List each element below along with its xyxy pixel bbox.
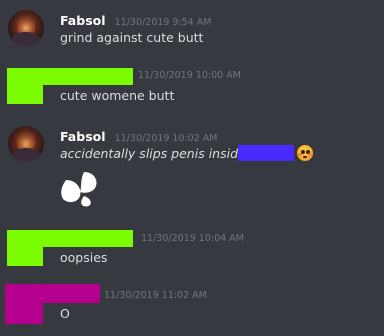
redacted-username-block xyxy=(7,230,133,247)
message-4: 11/30/2019 10:04 AM oopsies xyxy=(0,228,384,272)
message-2: 11/30/2019 10:00 AM cute womene butt xyxy=(0,66,384,110)
timestamp: 11/30/2019 10:00 AM xyxy=(138,70,241,81)
timestamp: 11/30/2019 11:02 AM xyxy=(104,290,207,301)
avatar[interactable] xyxy=(8,10,44,46)
message-text: grind against cute butt xyxy=(60,30,204,45)
redacted-username-block xyxy=(5,284,100,303)
username[interactable]: Fabsol xyxy=(60,129,106,144)
message-text: O xyxy=(60,306,70,321)
flushed-face-icon xyxy=(297,145,313,161)
message-3: Fabsol 11/30/2019 10:02 AM accidentally … xyxy=(0,124,384,216)
message-text: oopsies xyxy=(60,250,108,265)
message-5: 11/30/2019 11:02 AM O xyxy=(0,284,384,332)
message-text: cute womene butt xyxy=(60,88,175,103)
username[interactable]: Fabsol xyxy=(60,13,106,28)
timestamp: 11/30/2019 10:02 AM xyxy=(114,133,218,144)
message-text: accidentally slips penis inside xyxy=(60,146,246,161)
message-header: Fabsol 11/30/2019 9:54 AM xyxy=(60,10,211,29)
message-header: Fabsol 11/30/2019 10:02 AM xyxy=(60,126,217,145)
timestamp: 11/30/2019 9:54 AM xyxy=(114,17,212,28)
avatar[interactable] xyxy=(8,126,44,162)
message-1: Fabsol 11/30/2019 9:54 AM grind against … xyxy=(0,8,384,56)
timestamp: 11/30/2019 10:04 AM xyxy=(141,233,244,244)
redacted-username-block xyxy=(7,68,133,85)
sweat-droplets-icon xyxy=(58,170,100,208)
redacted-mention-block xyxy=(238,145,294,161)
